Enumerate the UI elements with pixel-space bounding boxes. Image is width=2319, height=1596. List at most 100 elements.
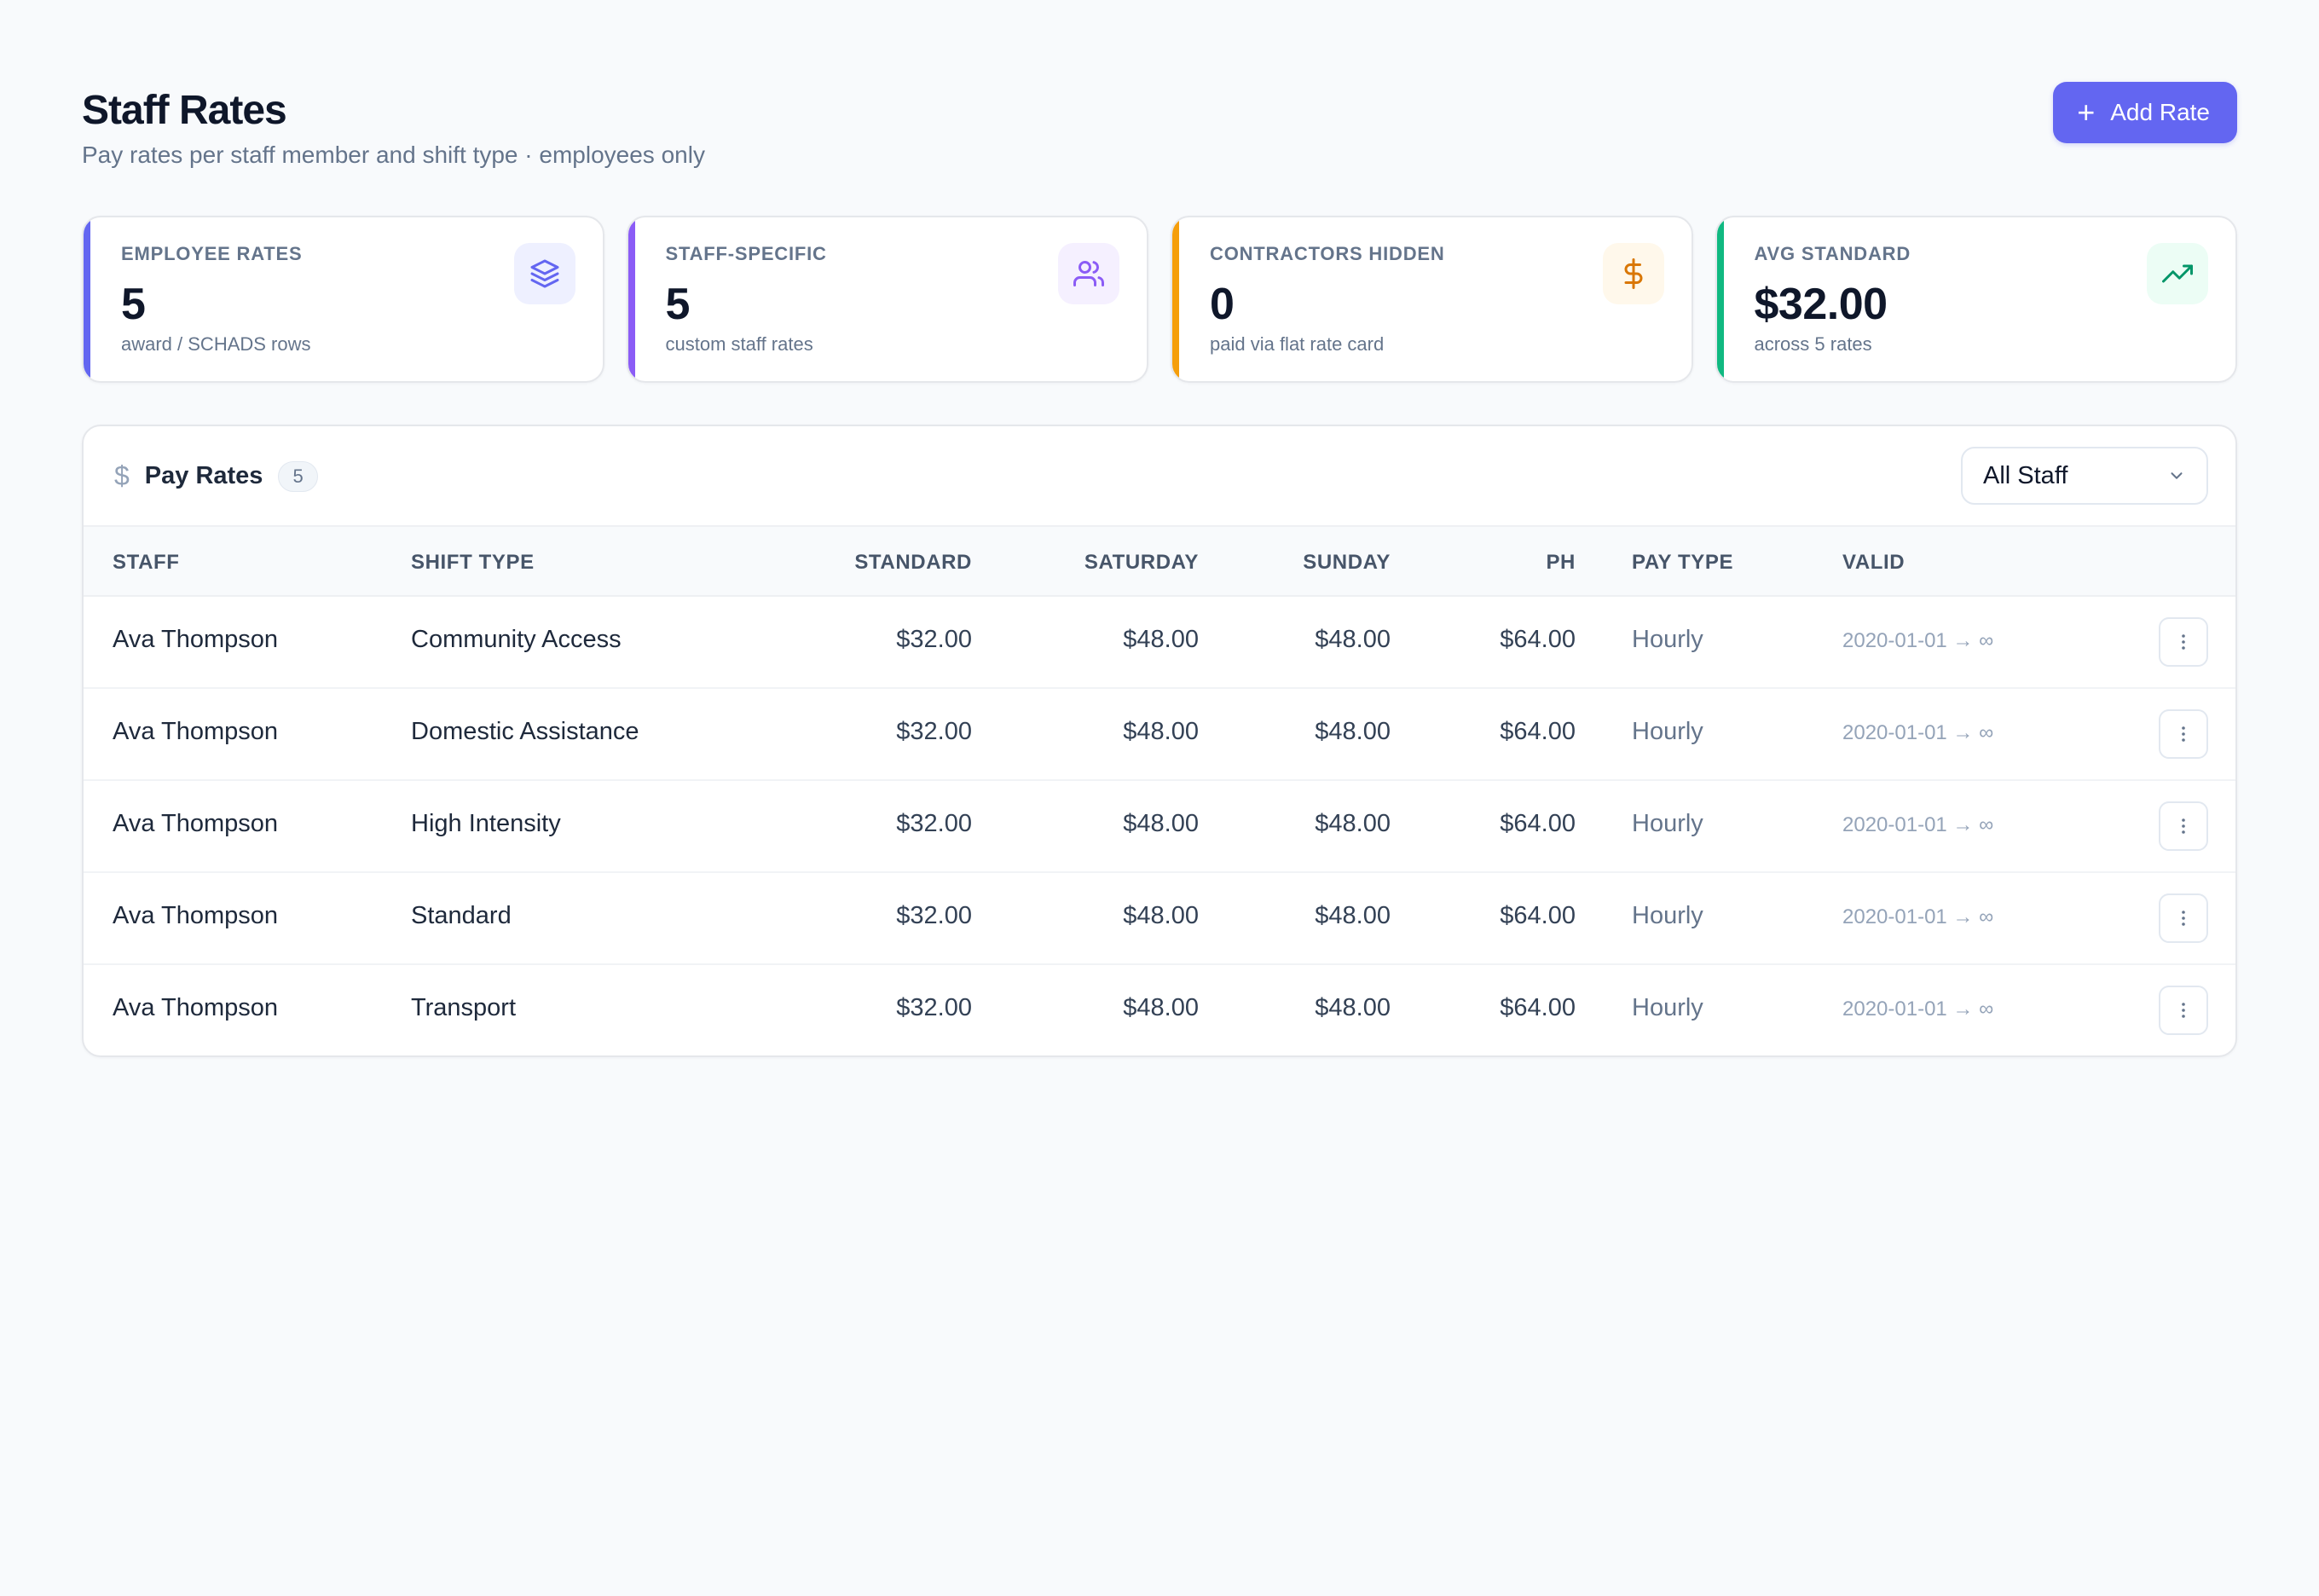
- column-header: SHIFT TYPE: [411, 551, 535, 574]
- pay-rates-header: $ Pay Rates 5 All Staff: [84, 426, 2235, 527]
- users-icon: [1058, 243, 1119, 304]
- shift-type-cell: Domestic Assistance: [411, 718, 639, 745]
- table-row[interactable]: Ava Thompson Transport $32.00 $48.00 $48.00 $…: [84, 965, 2235, 1055]
- staff-cell: Ava Thompson: [113, 902, 278, 929]
- page-title: Staff Rates: [82, 88, 287, 133]
- table-row[interactable]: Ava Thompson High Intensity $32.00 $48.00 $4…: [84, 781, 2235, 873]
- pay-rates-card: $ Pay Rates 5 All Staff STAFF SHIFT TYPE S…: [82, 425, 2237, 1057]
- row-actions-button[interactable]: [2159, 709, 2208, 759]
- shift-type-cell: High Intensity: [411, 810, 561, 837]
- standard-rate-cell: $32.00: [896, 902, 972, 929]
- page-header: Staff Rates Pay rates per staff member a…: [82, 82, 2237, 176]
- column-header: PH: [1546, 551, 1576, 574]
- layers-icon: [513, 243, 575, 304]
- page-subtitle: Pay rates per staff member and shift typ…: [82, 142, 705, 168]
- column-header: PAY TYPE: [1632, 551, 1734, 574]
- sunday-rate-cell: $48.00: [1315, 810, 1391, 837]
- ph-rate-cell: $64.00: [1500, 994, 1576, 1021]
- column-header: SATURDAY: [1084, 551, 1199, 574]
- standard-rate-cell: $32.00: [896, 626, 972, 653]
- row-actions-button[interactable]: [2159, 801, 2208, 851]
- valid-range-cell: 2020-01-01 → ∞: [1842, 629, 1994, 652]
- row-actions-button[interactable]: [2159, 617, 2208, 667]
- stat-accent-bar: [84, 217, 90, 381]
- stat-card: STAFF-SPECIFIC 5 custom staff rates: [626, 216, 1148, 383]
- more-vertical-icon: [2182, 634, 2185, 650]
- ph-rate-cell: $64.00: [1500, 902, 1576, 929]
- pay-type-cell: Hourly: [1632, 718, 1703, 745]
- row-actions-button[interactable]: [2159, 893, 2208, 943]
- stat-accent-bar: [1716, 217, 1724, 381]
- saturday-rate-cell: $48.00: [1123, 902, 1199, 929]
- column-header: SUNDAY: [1303, 551, 1391, 574]
- stats-row: EMPLOYEE RATES 5 award / SCHADS rows STA…: [82, 216, 2237, 383]
- shift-type-cell: Standard: [411, 902, 512, 929]
- trending-up-icon: [2147, 243, 2208, 304]
- sunday-rate-cell: $48.00: [1315, 718, 1391, 745]
- stat-label: STAFF-SPECIFIC: [665, 243, 827, 264]
- saturday-rate-cell: $48.00: [1123, 810, 1199, 837]
- ph-rate-cell: $64.00: [1500, 810, 1576, 837]
- sunday-rate-cell: $48.00: [1315, 994, 1391, 1021]
- stat-accent-bar: [1172, 217, 1179, 381]
- dollar-icon: $: [114, 460, 130, 491]
- stat-card: EMPLOYEE RATES 5 award / SCHADS rows: [82, 216, 604, 383]
- ph-rate-cell: $64.00: [1500, 626, 1576, 653]
- staff-rates-page: Staff Rates Pay rates per staff member a…: [82, 82, 2237, 1057]
- staff-cell: Ava Thompson: [113, 626, 278, 653]
- add-rate-button[interactable]: + Add Rate: [2053, 82, 2237, 143]
- valid-range-cell: 2020-01-01 → ∞: [1842, 998, 1994, 1021]
- stat-value: $32.00: [1754, 280, 1888, 329]
- valid-range-cell: 2020-01-01 → ∞: [1842, 813, 1994, 836]
- staff-filter-select[interactable]: All Staff: [1961, 447, 2208, 505]
- stat-note: across 5 rates: [1754, 333, 1872, 355]
- standard-rate-cell: $32.00: [896, 810, 972, 837]
- table-row[interactable]: Ava Thompson Domestic Assistance $32.00 $48…: [84, 689, 2235, 781]
- sunday-rate-cell: $48.00: [1315, 902, 1391, 929]
- ph-rate-cell: $64.00: [1500, 718, 1576, 745]
- saturday-rate-cell: $48.00: [1123, 626, 1199, 653]
- pay-type-cell: Hourly: [1632, 902, 1703, 929]
- stat-note: custom staff rates: [665, 333, 813, 355]
- staff-cell: Ava Thompson: [113, 718, 278, 745]
- pay-type-cell: Hourly: [1632, 626, 1703, 653]
- shift-type-cell: Transport: [411, 994, 517, 1021]
- pay-rates-title: Pay Rates: [144, 462, 263, 489]
- staff-filter-value: All Staff: [1983, 461, 2068, 489]
- standard-rate-cell: $32.00: [896, 718, 972, 745]
- saturday-rate-cell: $48.00: [1123, 718, 1199, 745]
- stat-accent-bar: [627, 217, 635, 381]
- stat-card: CONTRACTORS HIDDEN 0 paid via flat rate …: [1171, 216, 1693, 383]
- pay-rates-count-badge: 5: [278, 460, 318, 492]
- table-body: Ava Thompson Community Access $32.00 $48.00…: [84, 597, 2235, 1055]
- column-header: STANDARD: [854, 551, 972, 574]
- valid-range-cell: 2020-01-01 → ∞: [1842, 721, 1994, 744]
- row-actions-button[interactable]: [2159, 986, 2208, 1035]
- staff-cell: Ava Thompson: [113, 994, 278, 1021]
- dollar-icon: [1602, 243, 1664, 304]
- stat-value: 5: [665, 280, 691, 329]
- standard-rate-cell: $32.00: [896, 994, 972, 1021]
- pay-type-cell: Hourly: [1632, 810, 1703, 837]
- table-row[interactable]: Ava Thompson Community Access $32.00 $48.00…: [84, 597, 2235, 689]
- column-header: VALID: [1842, 551, 1906, 574]
- stat-card: AVG STANDARD $32.00 across 5 rates: [1715, 216, 2237, 383]
- stat-label: AVG STANDARD: [1754, 243, 1911, 264]
- staff-cell: Ava Thompson: [113, 810, 278, 837]
- shift-type-cell: Community Access: [411, 626, 622, 653]
- stat-value: 0: [1210, 280, 1235, 329]
- stat-label: EMPLOYEE RATES: [121, 243, 303, 264]
- stat-label: CONTRACTORS HIDDEN: [1210, 243, 1445, 264]
- table-row[interactable]: Ava Thompson Standard $32.00 $48.00 $48.00 $6…: [84, 873, 2235, 965]
- valid-range-cell: 2020-01-01 → ∞: [1842, 905, 1994, 928]
- stat-value: 5: [121, 280, 146, 329]
- more-vertical-icon: [2182, 726, 2185, 742]
- plus-icon: +: [2077, 95, 2096, 130]
- sunday-rate-cell: $48.00: [1315, 626, 1391, 653]
- chevron-down-icon: [2171, 472, 2183, 479]
- saturday-rate-cell: $48.00: [1123, 994, 1199, 1021]
- pay-type-cell: Hourly: [1632, 994, 1703, 1021]
- table-column-headers: STAFF SHIFT TYPE STANDARD SATURDAY SUNDAY PH P…: [84, 527, 2235, 597]
- add-rate-label: Add Rate: [2110, 99, 2210, 125]
- more-vertical-icon: [2182, 818, 2185, 834]
